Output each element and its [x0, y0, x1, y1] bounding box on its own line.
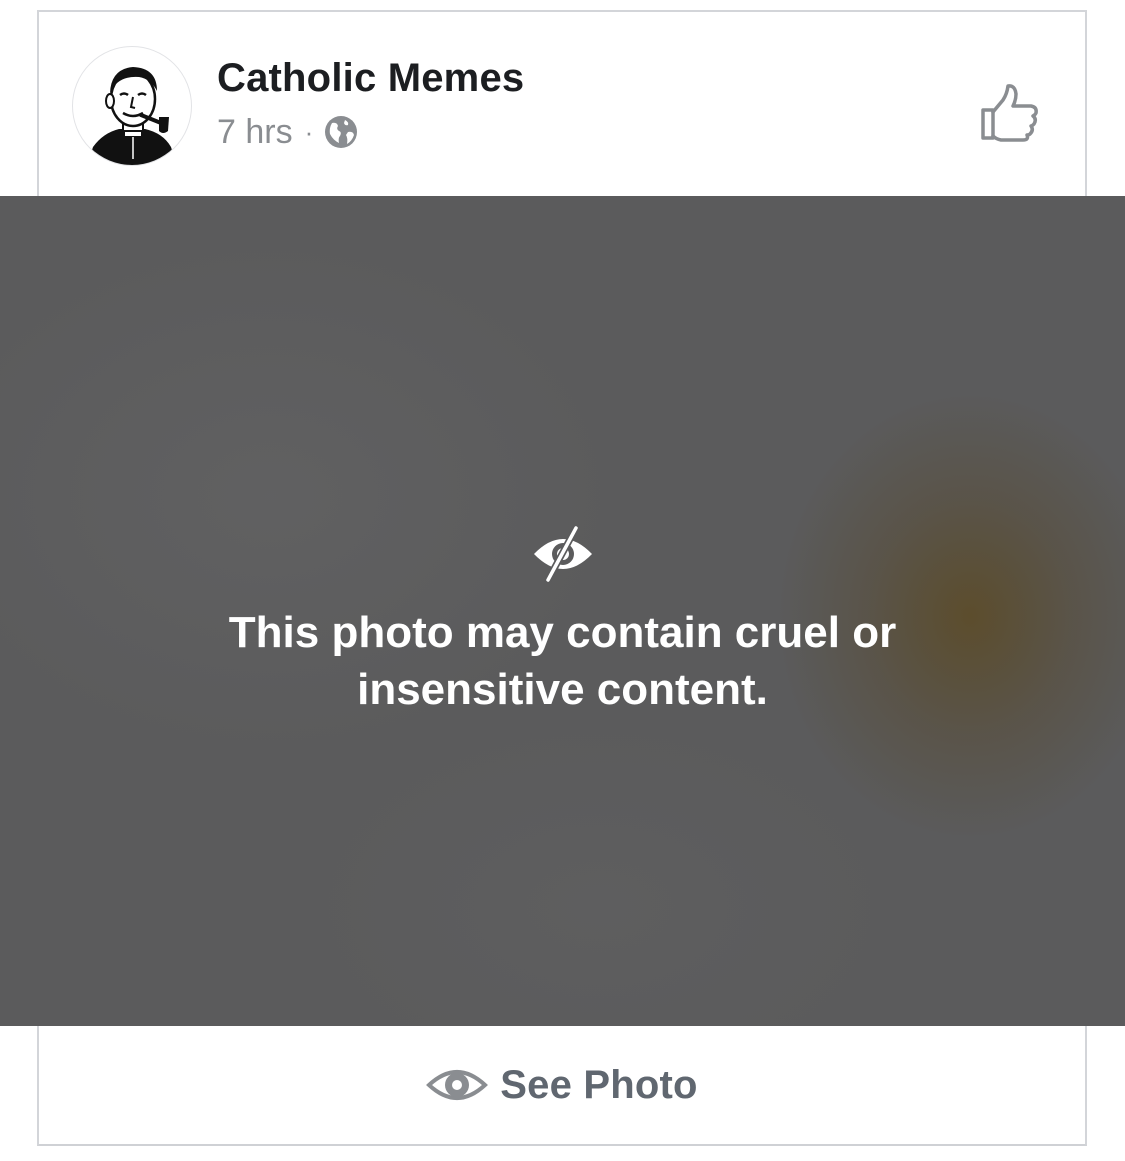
post-header: Catholic Memes 7 hrs · — [39, 12, 1085, 196]
page-name[interactable]: Catholic Memes — [217, 56, 524, 101]
sensitive-content-warning: This photo may contain cruel or insensit… — [0, 526, 1125, 718]
thumbs-up-icon[interactable] — [979, 82, 1041, 144]
priest-with-pipe-icon — [87, 67, 177, 165]
meta-separator: · — [304, 117, 314, 147]
post-timestamp[interactable]: 7 hrs — [217, 113, 293, 152]
eye-icon — [426, 1070, 489, 1100]
globe-icon[interactable] — [323, 114, 359, 150]
eye-slash-icon — [533, 526, 592, 582]
see-photo-button[interactable]: See Photo — [39, 1026, 1085, 1144]
warning-text: This photo may contain cruel or insensit… — [228, 608, 897, 714]
avatar[interactable] — [72, 46, 192, 166]
see-photo-label: See Photo — [500, 1062, 698, 1107]
post-meta: 7 hrs · — [217, 112, 359, 152]
blurred-photo-region — [300, 716, 900, 1026]
sensitive-photo-overlay[interactable]: This photo may contain cruel or insensit… — [0, 196, 1125, 1026]
